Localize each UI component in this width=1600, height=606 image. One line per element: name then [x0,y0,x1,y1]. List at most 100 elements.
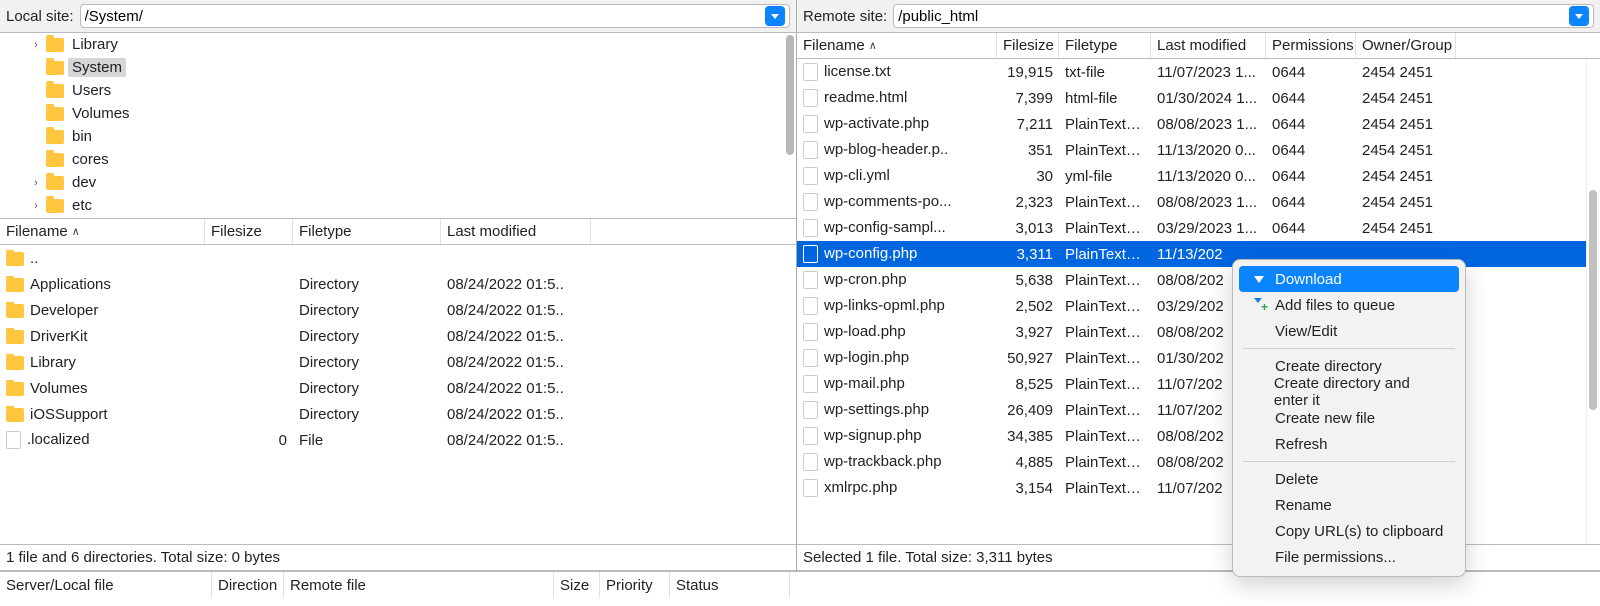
table-row[interactable]: wp-links-opml.php 2,502 PlainTextT... 03… [797,293,1586,319]
table-row[interactable]: wp-activate.php 7,211 PlainTextT... 08/0… [797,111,1586,137]
table-row[interactable]: DriverKit Directory 08/24/2022 01:5.. [0,323,796,349]
col-server-local[interactable]: Server/Local file [0,572,212,598]
table-row[interactable]: Volumes Directory 08/24/2022 01:5.. [0,375,796,401]
cell-modified: 03/29/2023 1... [1151,220,1266,237]
table-row[interactable]: wp-blog-header.p.. 351 PlainTextT... 11/… [797,137,1586,163]
col-size[interactable]: Size [554,572,600,598]
menu-item-label: Delete [1275,471,1318,488]
local-pane: › Library System Users Volumes bin cores… [0,33,797,570]
table-row[interactable]: license.txt 19,915 txt-file 11/07/2023 1… [797,59,1586,85]
remote-path-combo[interactable] [893,4,1594,28]
remote-context-menu[interactable]: DownloadAdd files to queueView/Edit Creat… [1232,259,1466,577]
table-row[interactable]: wp-settings.php 26,409 PlainTextT... 11/… [797,397,1586,423]
table-row[interactable]: xmlrpc.php 3,154 PlainTextT... 11/07/202 [797,475,1586,501]
col-priority[interactable]: Priority [600,572,670,598]
chevron-down-icon[interactable] [765,6,785,26]
local-tree[interactable]: › Library System Users Volumes bin cores… [0,33,796,219]
col-last-modified[interactable]: Last modified [1151,33,1266,58]
cell-filename: iOSSupport [0,406,205,423]
menu-item[interactable]: Rename [1239,492,1459,518]
tree-item[interactable]: › Library [0,33,784,56]
table-row[interactable]: wp-mail.php 8,525 PlainTextT... 11/07/20… [797,371,1586,397]
menu-item-label: Rename [1275,497,1332,514]
table-row[interactable]: wp-cron.php 5,638 PlainTextT... 08/08/20… [797,267,1586,293]
menu-item[interactable]: File permissions... [1239,544,1459,570]
remote-table-header[interactable]: Filename∧ Filesize Filetype Last modifie… [797,33,1600,59]
local-table-header[interactable]: Filename∧ Filesize Filetype Last modifie… [0,219,796,245]
cell-filesize: 5,638 [997,272,1059,289]
col-filetype[interactable]: Filetype [1059,33,1151,58]
table-row[interactable]: Library Directory 08/24/2022 01:5.. [0,349,796,375]
col-filesize[interactable]: Filesize [997,33,1059,58]
tree-item[interactable]: cores [0,148,784,171]
table-row[interactable]: .. [0,245,796,271]
remote-path-cell: Remote site: [797,0,1600,32]
window-scrollbar[interactable] [1586,30,1600,544]
col-filename[interactable]: Filename∧ [0,219,205,244]
col-direction[interactable]: Direction [212,572,284,598]
col-permissions[interactable]: Permissions [1266,33,1356,58]
table-row[interactable]: wp-config-sampl... 3,013 PlainTextT... 0… [797,215,1586,241]
tree-item[interactable]: System [0,56,784,79]
download-icon [1251,271,1267,287]
tree-item[interactable]: Users [0,79,784,102]
local-path-input[interactable] [85,8,761,25]
col-status[interactable]: Status [670,572,790,598]
table-row[interactable]: .localized 0 File 08/24/2022 01:5.. [0,427,796,453]
expander-icon[interactable]: › [30,39,42,51]
cell-filename: wp-settings.php [797,401,997,419]
col-last-modified[interactable]: Last modified [441,219,591,244]
tree-item[interactable]: Volumes [0,102,784,125]
col-filename[interactable]: Filename∧ [797,33,997,58]
tree-item[interactable]: › etc [0,194,784,217]
tree-item-label: etc [68,196,96,215]
col-filetype[interactable]: Filetype [293,219,441,244]
menu-item[interactable]: Copy URL(s) to clipboard [1239,518,1459,544]
file-icon [803,141,818,159]
cell-permissions: 0644 [1266,220,1356,237]
col-filesize[interactable]: Filesize [205,219,293,244]
cell-filetype: txt-file [1059,64,1151,81]
table-row[interactable]: iOSSupport Directory 08/24/2022 01:5.. [0,401,796,427]
folder-icon [46,130,64,144]
tree-scrollbar[interactable] [784,33,796,218]
local-path-combo[interactable] [80,4,790,28]
tree-item[interactable]: bin [0,125,784,148]
remote-file-list[interactable]: license.txt 19,915 txt-file 11/07/2023 1… [797,59,1586,501]
cell-filesize: 3,927 [997,324,1059,341]
cell-modified: 08/24/2022 01:5.. [441,406,591,423]
cell-modified: 08/24/2022 01:5.. [441,302,591,319]
col-remote-file[interactable]: Remote file [284,572,554,598]
table-row[interactable]: wp-load.php 3,927 PlainTextT... 08/08/20… [797,319,1586,345]
table-row[interactable]: wp-login.php 50,927 PlainTextT... 01/30/… [797,345,1586,371]
table-row[interactable]: readme.html 7,399 html-file 01/30/2024 1… [797,85,1586,111]
expander-icon[interactable]: › [30,200,42,212]
file-icon [803,401,818,419]
menu-item[interactable]: Download [1239,266,1459,292]
menu-item[interactable]: Delete [1239,466,1459,492]
table-row[interactable]: Developer Directory 08/24/2022 01:5.. [0,297,796,323]
menu-item[interactable]: Add files to queue [1239,292,1459,318]
cell-filetype: PlainTextT... [1059,428,1151,445]
menu-item[interactable]: Create directory and enter it [1239,379,1459,405]
menu-item[interactable]: Refresh [1239,431,1459,457]
chevron-down-icon[interactable] [1569,6,1589,26]
table-row[interactable]: wp-signup.php 34,385 PlainTextT... 08/08… [797,423,1586,449]
table-row[interactable]: wp-trackback.php 4,885 PlainTextT... 08/… [797,449,1586,475]
table-row[interactable]: Applications Directory 08/24/2022 01:5.. [0,271,796,297]
expander-icon[interactable]: › [30,177,42,189]
local-file-list[interactable]: .. Applications Directory 08/24/2022 01:… [0,245,796,544]
folder-icon [6,252,24,266]
remote-path-input[interactable] [898,8,1565,25]
cell-owner: 2454 2451 [1356,90,1456,107]
cell-filesize: 7,399 [997,90,1059,107]
col-owner-group[interactable]: Owner/Group [1356,33,1456,58]
table-row[interactable]: wp-comments-po... 2,323 PlainTextT... 08… [797,189,1586,215]
menu-item-label: File permissions... [1275,549,1396,566]
cell-permissions: 0644 [1266,168,1356,185]
tree-item[interactable]: › dev [0,171,784,194]
cell-filename: .. [0,250,205,267]
menu-item[interactable]: View/Edit [1239,318,1459,344]
table-row[interactable]: wp-cli.yml 30 yml-file 11/13/2020 0... 0… [797,163,1586,189]
table-row[interactable]: wp-config.php 3,311 PlainTextT... 11/13/… [797,241,1586,267]
